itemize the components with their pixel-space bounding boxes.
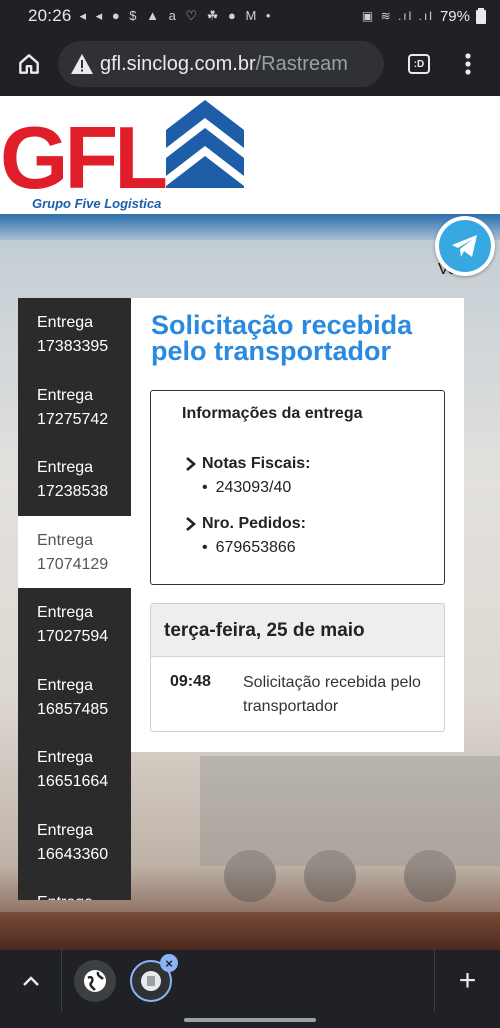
pedidos-value: 679653866 [216,539,296,557]
chevron-right-icon [186,457,196,471]
status-time: 20:26 [28,6,72,25]
notas-value: 243093/40 [216,479,292,497]
header-stripe [0,214,500,240]
delivery-item-label: Entrega [37,459,94,476]
url-text: gfl.sinclog.com.br/Rastream [100,53,348,76]
background-truck-image [200,756,500,902]
browser-menu-button[interactable] [448,32,488,96]
tracking-timeline: terça-feira, 25 de maio 09:48 Solicitaçã… [150,603,445,732]
delivery-item-label: Entrega [37,749,94,766]
gesture-bar [0,1012,500,1028]
info-heading: Informações da entrega [182,405,363,422]
delivery-item-label: Entrega [37,314,94,331]
system-icons: ▣ ≋ .ıl .ıl [361,9,434,23]
tab-switcher-icon: :D [408,54,430,74]
delivery-item-number: 17238538 [37,483,109,500]
delivery-item-label: Entrega [37,386,94,404]
delivery-item-number: 17383395 [37,338,109,355]
delivery-item[interactable]: Entrega 16651664 [18,733,131,806]
delivery-info-box: Informações da entrega Notas Fiscais: 24… [150,390,445,585]
delivery-item-label: Entrega [37,676,94,694]
new-tab-button[interactable]: + [434,950,500,1012]
delivery-item-number: 17027594 [37,628,109,645]
tab-thumbnail-active[interactable]: × [130,954,178,1002]
delivery-item[interactable]: Entrega 17238538 [18,443,131,516]
timeline-event: 09:48 Solicitação recebida pelo transpor… [151,657,444,731]
delivery-item-number: 17275742 [37,410,109,428]
status-bar: 20:26 ◂ ◂ ● $ ▲ a ♡ ☘ ● M • ▣ ≋ .ıl .ıl … [0,0,500,32]
browser-toolbar: gfl.sinclog.com.br/Rastream :D [0,32,500,96]
delivery-item-number: 16857485 [37,700,109,718]
status-title: Solicitação recebida pelo transportador [151,310,413,366]
tab-switcher-button[interactable]: :D [390,32,448,96]
chevron-up-icon [22,976,39,986]
url-path: /Rastream [255,52,348,75]
notas-label: Notas Fiscais: [185,455,310,473]
delivery-item[interactable]: Entrega [18,878,131,900]
delivery-item[interactable]: Entrega 16857485 [18,661,131,734]
tab-thumbnail[interactable] [74,960,116,1002]
url-host: gfl.sinclog.com.br [100,52,256,75]
delivery-item-number: 16651664 [37,773,109,790]
pedidos-label: Nro. Pedidos: [185,515,306,533]
delivery-item[interactable]: Entrega 17275742 [18,371,131,444]
not-secure-icon[interactable] [70,53,96,75]
notas-label-text: Notas Fiscais: [202,455,311,472]
event-time: 09:48 [170,673,211,690]
expand-tabs-button[interactable] [0,950,62,1012]
chevron-right-icon [186,517,196,531]
more-vert-icon [465,53,471,75]
home-icon [19,54,39,74]
address-bar[interactable]: gfl.sinclog.com.br/Rastream [58,41,384,87]
delivery-item-number: 17074129 [37,555,109,573]
logo-subtitle: Grupo Five Logistica [32,196,162,211]
logo-lettering: GFL [0,108,166,207]
close-tab-icon[interactable]: × [160,954,178,972]
delivery-list: Entrega 17383395 Entrega 17275742 Entrega 1… [18,298,131,900]
delivery-item[interactable]: Entrega 17383395 [18,298,131,371]
browser-bottom-bar: × + [0,950,500,1012]
background-road [0,912,500,950]
page-icon [141,971,161,991]
battery-icon [476,8,486,24]
telegram-button[interactable] [435,216,495,276]
telegram-icon [439,220,491,272]
globe-icon [84,970,106,992]
delivery-item-number: 16643360 [37,845,109,863]
battery-level: 79% [439,7,470,25]
delivery-detail-panel: Solicitação recebida pelo transportador … [131,298,464,752]
delivery-item-label: Entrega [37,531,94,549]
event-description: Solicitação recebida pelo transportador [243,674,421,715]
timeline-date: terça-feira, 25 de maio [151,604,444,657]
delivery-item-label: Entrega [37,821,94,839]
status-right: ▣ ≋ .ıl .ıl 79% [362,8,486,25]
delivery-item-label: Entrega [37,891,131,900]
delivery-item-active[interactable]: Entrega 17074129 [18,515,131,588]
delivery-item[interactable]: Entrega 17027594 [18,588,131,661]
site-header: GFL Grupo Five Logistica [0,96,500,214]
home-button[interactable] [0,32,58,96]
pedidos-label-text: Nro. Pedidos: [202,515,307,532]
notification-icons: ◂ ◂ ● $ ▲ a ♡ ☘ ● M • [79,8,274,23]
delivery-item-label: Entrega [37,604,94,621]
gesture-pill[interactable] [184,1018,316,1022]
web-page: GFL Grupo Five Logistica Voltar Entrega1… [0,96,500,950]
delivery-item[interactable]: Entrega 16643360 [18,806,131,879]
